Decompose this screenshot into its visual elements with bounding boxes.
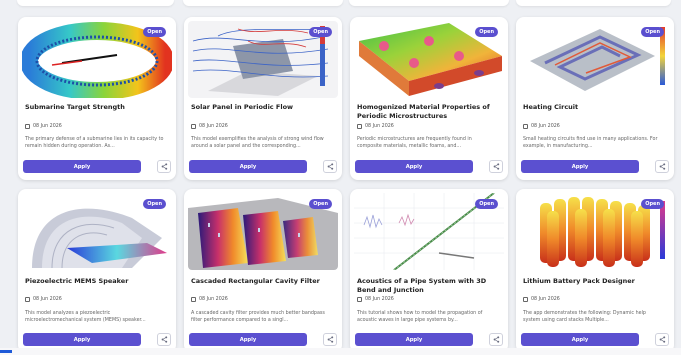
card-description: This tutorial shows how to model the pro… xyxy=(357,311,483,323)
app-card[interactable]: Open Heating Circuit 08 Jun 2026 Small h… xyxy=(516,17,674,180)
share-button[interactable] xyxy=(489,333,503,346)
share-icon xyxy=(327,163,333,170)
share-button[interactable] xyxy=(655,333,669,346)
share-button[interactable] xyxy=(157,333,171,346)
scroll-indicator xyxy=(0,350,12,353)
mems-speaker-thumbnail: Open xyxy=(22,193,172,270)
previous-row-card-edges xyxy=(0,0,681,8)
share-button[interactable] xyxy=(323,160,337,173)
status-badge: Open xyxy=(143,27,166,37)
status-badge: Open xyxy=(641,27,664,37)
share-icon xyxy=(659,163,665,170)
share-icon xyxy=(493,336,499,343)
card-description: This model exemplifies the analysis of s… xyxy=(191,137,324,149)
card-description: The app demonstrates the following: Dyna… xyxy=(523,311,646,323)
card-description: Small heating circuits find use in many … xyxy=(523,137,658,149)
card-title[interactable]: Homogenized Material Properties of Perio… xyxy=(357,103,502,121)
card-date: 08 Jun 2026 xyxy=(25,297,165,302)
share-button[interactable] xyxy=(489,160,503,173)
submarine-scattering-thumbnail: Open xyxy=(22,21,172,98)
battery-pack-thumbnail: Open xyxy=(520,193,670,270)
share-button[interactable] xyxy=(323,333,337,346)
status-badge: Open xyxy=(475,27,498,37)
card-date: 08 Jun 2026 xyxy=(357,124,497,129)
apply-button[interactable]: Apply xyxy=(355,160,473,173)
card-description: Periodic microstructures are frequently … xyxy=(357,137,472,149)
status-badge: Open xyxy=(143,199,166,209)
cavity-filter-thumbnail: Open xyxy=(188,193,338,270)
app-card[interactable]: Open Piezoelectric MEMS Speaker 08 Jun 2… xyxy=(18,189,176,353)
card-date: 08 Jun 2026 xyxy=(523,297,663,302)
share-icon xyxy=(161,163,167,170)
status-badge: Open xyxy=(641,199,664,209)
share-icon xyxy=(493,163,499,170)
status-badge: Open xyxy=(475,199,498,209)
heating-circuit-thumbnail: Open xyxy=(520,21,670,98)
card-date: 08 Jun 2026 xyxy=(523,124,663,129)
card-title[interactable]: Submarine Target Strength xyxy=(25,103,170,112)
app-card[interactable]: Open Lithium Battery Pack Designer 08 Ju… xyxy=(516,189,674,353)
apply-button[interactable]: Apply xyxy=(521,333,639,346)
pipe-acoustics-thumbnail: Open xyxy=(354,193,504,270)
app-card[interactable]: Open Acoustics of a Pipe System with 3D … xyxy=(350,189,508,353)
card-title[interactable]: Solar Panel in Periodic Flow xyxy=(191,103,336,112)
share-icon xyxy=(327,336,333,343)
card-description: A cascaded cavity filter provides much b… xyxy=(191,311,325,323)
calendar-icon xyxy=(25,297,30,302)
calendar-icon xyxy=(357,124,362,129)
calendar-icon xyxy=(523,124,528,129)
apply-button[interactable]: Apply xyxy=(23,160,141,173)
app-card[interactable]: Open Homogenized Material Properties of … xyxy=(350,17,508,180)
share-icon xyxy=(161,336,167,343)
card-description: This model analyzes a piezoelectric micr… xyxy=(25,311,146,323)
status-badge: Open xyxy=(309,27,332,37)
status-badge: Open xyxy=(309,199,332,209)
calendar-icon xyxy=(191,124,196,129)
card-title[interactable]: Piezoelectric MEMS Speaker xyxy=(25,277,170,286)
card-date: 08 Jun 2026 xyxy=(191,297,331,302)
card-title[interactable]: Lithium Battery Pack Designer xyxy=(523,277,668,286)
card-title[interactable]: Heating Circuit xyxy=(523,103,668,112)
apply-button[interactable]: Apply xyxy=(23,333,141,346)
card-title[interactable]: Cascaded Rectangular Cavity Filter xyxy=(191,277,336,286)
share-icon xyxy=(659,336,665,343)
app-gallery-page: Open Submarine Target Strength 08 Jun 20… xyxy=(0,0,681,355)
app-card[interactable]: Open Cascaded Rectangular Cavity Filter … xyxy=(184,189,342,353)
calendar-icon xyxy=(523,297,528,302)
card-date: 08 Jun 2026 xyxy=(191,124,331,129)
share-button[interactable] xyxy=(655,160,669,173)
card-description: The primary defense of a submarine lies … xyxy=(25,137,164,149)
solar-panel-flow-thumbnail: Open xyxy=(188,21,338,98)
microstructure-thumbnail: Open xyxy=(354,21,504,98)
app-card[interactable]: Open Solar Panel in Periodic Flow 08 Jun… xyxy=(184,17,342,180)
card-title[interactable]: Acoustics of a Pipe System with 3D Bend … xyxy=(357,277,502,295)
apply-button[interactable]: Apply xyxy=(189,333,307,346)
calendar-icon xyxy=(25,124,30,129)
card-date: 08 Jun 2026 xyxy=(357,297,497,302)
apply-button[interactable]: Apply xyxy=(189,160,307,173)
app-card[interactable]: Open Submarine Target Strength 08 Jun 20… xyxy=(18,17,176,180)
calendar-icon xyxy=(357,297,362,302)
card-date: 08 Jun 2026 xyxy=(25,124,165,129)
apply-button[interactable]: Apply xyxy=(521,160,639,173)
share-button[interactable] xyxy=(157,160,171,173)
bottom-scroll-edge xyxy=(0,348,681,355)
apply-button[interactable]: Apply xyxy=(355,333,473,346)
calendar-icon xyxy=(191,297,196,302)
